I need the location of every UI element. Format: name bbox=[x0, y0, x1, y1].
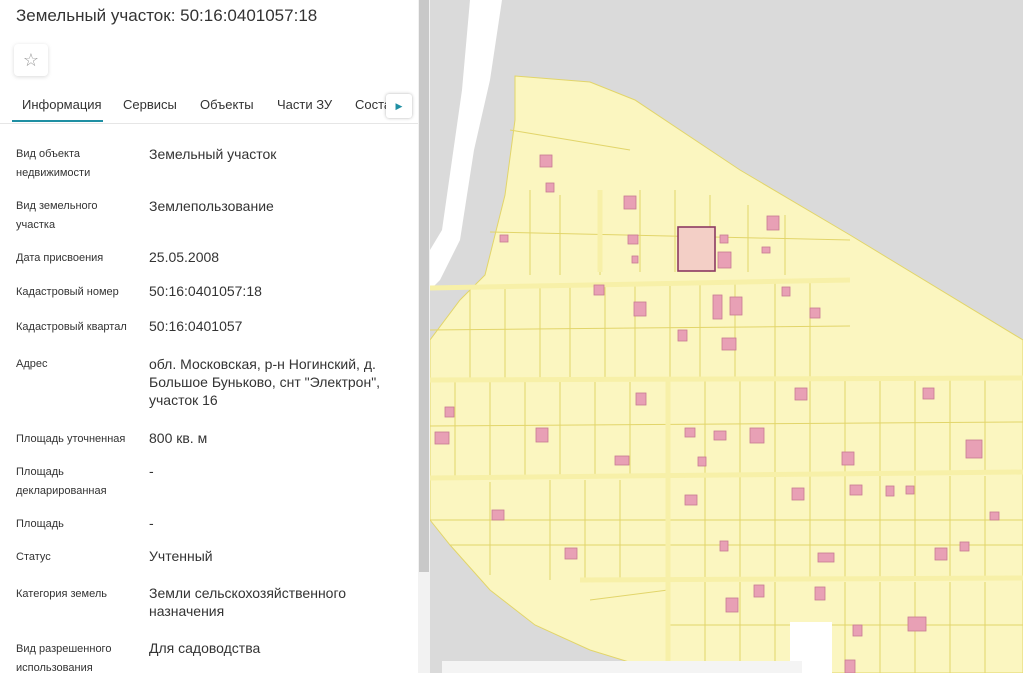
map-bottom-bar bbox=[442, 661, 802, 673]
field-value: обл. Московская, р-н Ногинский, д. Больш… bbox=[149, 356, 381, 408]
info-panel: Земельный участок: 50:16:0401057:18 ☆ Ин… bbox=[0, 0, 418, 673]
field-label: Площадь декларированная bbox=[16, 466, 107, 497]
building bbox=[717, 251, 732, 269]
tab-services[interactable]: Сервисы bbox=[123, 97, 177, 112]
building bbox=[539, 154, 553, 168]
field-label: Статус bbox=[16, 551, 51, 563]
building bbox=[753, 584, 765, 598]
field-label: Вид земельного участка bbox=[16, 200, 98, 231]
building bbox=[725, 597, 739, 613]
building bbox=[712, 294, 723, 320]
selected-parcel[interactable] bbox=[677, 226, 716, 272]
field-value: Землепользование bbox=[149, 198, 274, 214]
tab-objects[interactable]: Объекты bbox=[200, 97, 254, 112]
building bbox=[434, 431, 450, 445]
building bbox=[852, 624, 863, 637]
tab-information[interactable]: Информация bbox=[22, 97, 102, 112]
star-icon: ☆ bbox=[22, 49, 40, 70]
building bbox=[781, 286, 791, 297]
field-value: Для садоводства bbox=[149, 640, 261, 656]
cadastral-map[interactable] bbox=[430, 0, 1023, 673]
field-label: Площадь уточненная bbox=[16, 433, 126, 445]
building bbox=[959, 541, 970, 552]
building bbox=[684, 427, 696, 438]
building bbox=[444, 406, 455, 418]
building bbox=[965, 439, 983, 459]
field-label: Вид объекта недвижимости bbox=[16, 148, 91, 179]
building bbox=[841, 451, 855, 466]
building bbox=[614, 455, 630, 466]
tab-bar: Информация Сервисы Объекты Части ЗУ Сост… bbox=[0, 88, 418, 124]
building bbox=[677, 329, 688, 342]
field-label: Дата присвоения bbox=[16, 252, 104, 264]
field-label: Площадь bbox=[16, 518, 64, 530]
building bbox=[729, 296, 743, 316]
building bbox=[761, 246, 771, 254]
building bbox=[817, 552, 835, 563]
building bbox=[849, 484, 863, 496]
active-tab-indicator bbox=[12, 120, 103, 122]
building bbox=[719, 234, 729, 244]
tabs-scroll-button[interactable]: ▶ bbox=[386, 94, 412, 118]
building bbox=[809, 307, 821, 319]
building bbox=[535, 427, 549, 443]
building bbox=[593, 284, 605, 296]
field-label: Категория земель bbox=[16, 588, 107, 600]
building bbox=[749, 427, 765, 444]
building bbox=[713, 430, 727, 441]
building bbox=[719, 540, 729, 552]
building bbox=[627, 234, 639, 245]
building bbox=[907, 616, 927, 632]
map-canvas[interactable] bbox=[430, 0, 1023, 673]
building bbox=[814, 586, 826, 601]
road-north bbox=[430, 0, 502, 290]
building bbox=[545, 182, 555, 193]
building bbox=[934, 547, 948, 561]
building bbox=[499, 234, 509, 243]
building bbox=[794, 387, 808, 401]
settlement-area bbox=[430, 75, 1023, 673]
field-label: Кадастровый номер bbox=[16, 286, 119, 298]
tab-parts[interactable]: Части ЗУ bbox=[277, 97, 332, 112]
building bbox=[844, 659, 856, 673]
building bbox=[564, 547, 578, 560]
building bbox=[766, 215, 780, 231]
building bbox=[905, 485, 915, 495]
field-value: 50:16:0401057 bbox=[149, 318, 243, 334]
building bbox=[635, 392, 647, 406]
building bbox=[791, 487, 805, 501]
building bbox=[922, 387, 935, 400]
building bbox=[721, 337, 737, 351]
field-value: Земли сельскохозяйственного назначения bbox=[149, 585, 347, 619]
building bbox=[491, 509, 505, 521]
field-label: Кадастровый квартал bbox=[16, 321, 127, 333]
building bbox=[697, 456, 707, 467]
chevron-right-icon: ▶ bbox=[395, 100, 403, 111]
field-value: 800 кв. м bbox=[149, 430, 208, 446]
field-label: Вид разрешенного использования bbox=[16, 643, 112, 673]
building bbox=[623, 195, 637, 210]
building bbox=[885, 485, 895, 497]
panel-scrollbar-thumb[interactable] bbox=[419, 0, 429, 572]
building bbox=[633, 301, 647, 317]
favorite-button[interactable]: ☆ bbox=[14, 44, 48, 76]
field-value: 50:16:0401057:18 bbox=[149, 283, 262, 299]
field-value: - bbox=[149, 463, 154, 479]
building bbox=[989, 511, 1000, 521]
field-value: Земельный участок bbox=[149, 146, 277, 162]
field-label: Адрес bbox=[16, 358, 48, 370]
field-value: - bbox=[149, 515, 154, 531]
tab-strip: Информация Сервисы Объекты Части ЗУ Сост… bbox=[0, 88, 412, 122]
field-value: Учтенный bbox=[149, 548, 213, 564]
field-value: 25.05.2008 bbox=[149, 249, 220, 265]
building bbox=[631, 255, 639, 264]
page-title: Земельный участок: 50:16:0401057:18 bbox=[16, 6, 318, 25]
building bbox=[684, 494, 698, 506]
